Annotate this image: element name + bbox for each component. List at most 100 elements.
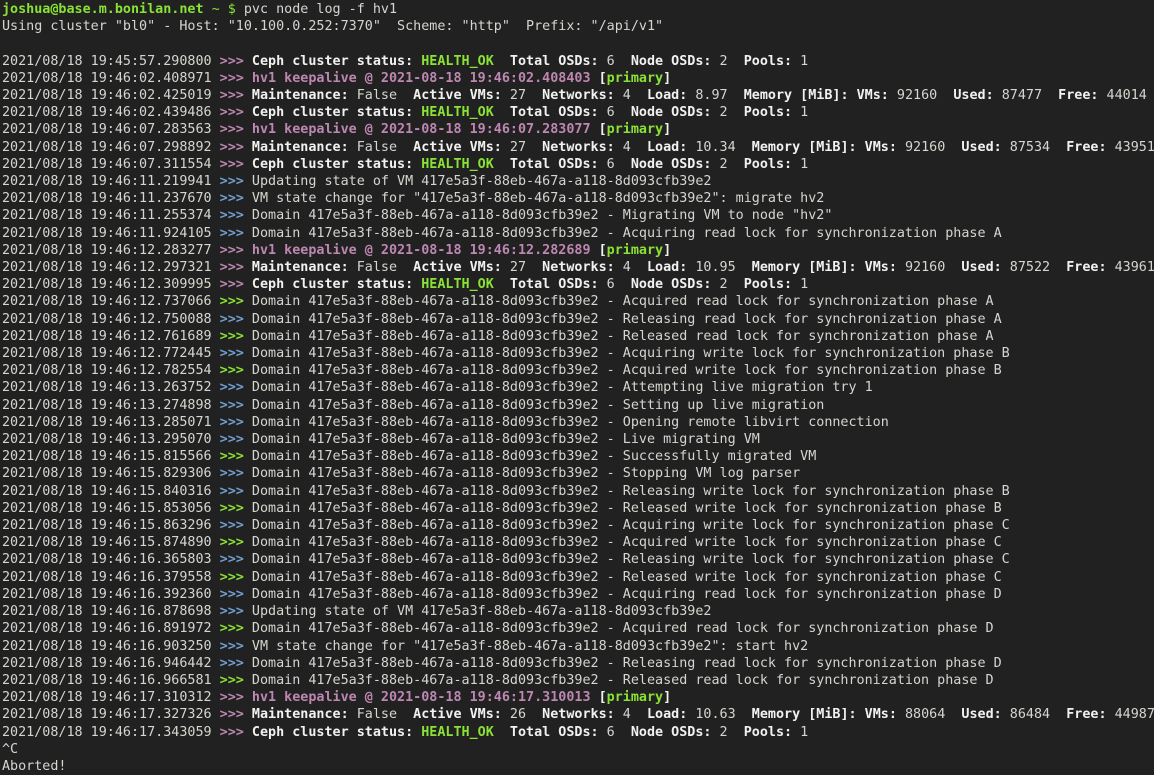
log-marker: >>> [220, 639, 252, 654]
log-timestamp: 2021/08/18 19:46:15.863296 [2, 518, 220, 533]
log-line: 2021/08/18 19:46:13.295070 >>> Domain 41… [2, 431, 1154, 448]
log-line: 2021/08/18 19:46:13.274898 >>> Domain 41… [2, 397, 1154, 414]
log-marker: >>> [220, 260, 252, 275]
log-timestamp: 2021/08/18 19:46:07.298892 [2, 140, 220, 155]
log-line: 2021/08/18 19:46:12.309995 >>> Ceph clus… [2, 276, 1154, 293]
log-timestamp: 2021/08/18 19:46:16.878698 [2, 604, 220, 619]
log-timestamp: 2021/08/18 19:46:12.737066 [2, 294, 220, 309]
log-timestamp: 2021/08/18 19:46:17.310312 [2, 690, 220, 705]
log-timestamp: 2021/08/18 19:46:16.891972 [2, 621, 220, 636]
log-line: 2021/08/18 19:46:11.255374 >>> Domain 41… [2, 207, 1154, 224]
log-line: 2021/08/18 19:46:11.924105 >>> Domain 41… [2, 225, 1154, 242]
log-marker: >>> [220, 174, 252, 189]
log-line: 2021/08/18 19:46:15.840316 >>> Domain 41… [2, 483, 1154, 500]
log-timestamp: 2021/08/18 19:46:11.237670 [2, 191, 220, 206]
log-line: 2021/08/18 19:46:16.379558 >>> Domain 41… [2, 569, 1154, 586]
log-line: 2021/08/18 19:45:57.290800 >>> Ceph clus… [2, 53, 1154, 70]
shell-prompt-line: joshua@base.m.bonilan.net ~ $ pvc node l… [2, 1, 1154, 18]
log-marker: >>> [220, 725, 252, 740]
log-marker: >>> [220, 501, 252, 516]
log-marker: >>> [220, 621, 252, 636]
log-marker: >>> [220, 656, 252, 671]
log-timestamp: 2021/08/18 19:46:16.365803 [2, 552, 220, 567]
log-output: 2021/08/18 19:45:57.290800 >>> Ceph clus… [2, 53, 1154, 741]
log-marker: >>> [220, 329, 252, 344]
log-line: 2021/08/18 19:46:12.750088 >>> Domain 41… [2, 311, 1154, 328]
log-marker: >>> [220, 380, 252, 395]
log-line: 2021/08/18 19:46:16.903250 >>> VM state … [2, 638, 1154, 655]
log-line: 2021/08/18 19:46:12.737066 >>> Domain 41… [2, 293, 1154, 310]
log-line: 2021/08/18 19:46:12.761689 >>> Domain 41… [2, 328, 1154, 345]
log-line: 2021/08/18 19:46:02.425019 >>> Maintenan… [2, 87, 1154, 104]
log-line: 2021/08/18 19:46:07.311554 >>> Ceph clus… [2, 156, 1154, 173]
log-timestamp: 2021/08/18 19:46:11.219941 [2, 174, 220, 189]
log-marker: >>> [220, 484, 252, 499]
prompt-user: joshua@base.m.bonilan.net [2, 2, 204, 17]
log-timestamp: 2021/08/18 19:46:12.309995 [2, 277, 220, 292]
log-line: 2021/08/18 19:46:16.392360 >>> Domain 41… [2, 586, 1154, 603]
log-line: 2021/08/18 19:46:15.815566 >>> Domain 41… [2, 448, 1154, 465]
log-timestamp: 2021/08/18 19:46:02.439486 [2, 105, 220, 120]
log-line: 2021/08/18 19:46:11.237670 >>> VM state … [2, 190, 1154, 207]
log-marker: >>> [220, 673, 252, 688]
blank-line [2, 35, 1154, 52]
log-line: 2021/08/18 19:46:16.946442 >>> Domain 41… [2, 655, 1154, 672]
log-marker: >>> [220, 690, 252, 705]
log-marker: >>> [220, 707, 252, 722]
log-timestamp: 2021/08/18 19:46:15.874890 [2, 535, 220, 550]
log-marker: >>> [220, 243, 252, 258]
log-timestamp: 2021/08/18 19:46:15.853056 [2, 501, 220, 516]
log-line: 2021/08/18 19:46:17.310312 >>> hv1 keepa… [2, 689, 1154, 706]
log-marker: >>> [220, 71, 252, 86]
log-line: 2021/08/18 19:46:16.878698 >>> Updating … [2, 603, 1154, 620]
log-marker: >>> [220, 277, 252, 292]
command-text: pvc node log -f hv1 [244, 2, 397, 17]
cluster-info-line: Using cluster "bl0" - Host: "10.100.0.25… [2, 18, 1154, 35]
log-timestamp: 2021/08/18 19:46:07.283563 [2, 122, 220, 137]
log-line: 2021/08/18 19:46:02.408971 >>> hv1 keepa… [2, 70, 1154, 87]
log-timestamp: 2021/08/18 19:46:12.297321 [2, 260, 220, 275]
log-line: 2021/08/18 19:46:15.874890 >>> Domain 41… [2, 534, 1154, 551]
log-timestamp: 2021/08/18 19:46:15.829306 [2, 466, 220, 481]
log-marker: >>> [220, 208, 252, 223]
log-marker: >>> [220, 105, 252, 120]
log-timestamp: 2021/08/18 19:46:11.924105 [2, 226, 220, 241]
interrupt-line: ^C [2, 741, 1154, 758]
log-line: 2021/08/18 19:46:11.219941 >>> Updating … [2, 173, 1154, 190]
log-marker: >>> [220, 398, 252, 413]
log-timestamp: 2021/08/18 19:46:17.343059 [2, 725, 220, 740]
terminal-window: { "terminal": { "prompt_user": "joshua@b… [0, 0, 1154, 774]
log-timestamp: 2021/08/18 19:46:12.283277 [2, 243, 220, 258]
log-line: 2021/08/18 19:46:07.298892 >>> Maintenan… [2, 139, 1154, 156]
log-marker: >>> [220, 122, 252, 137]
log-timestamp: 2021/08/18 19:46:15.840316 [2, 484, 220, 499]
log-marker: >>> [220, 191, 252, 206]
prompt-symbol: ~ $ [204, 2, 244, 17]
log-line: 2021/08/18 19:46:15.863296 >>> Domain 41… [2, 517, 1154, 534]
log-timestamp: 2021/08/18 19:46:12.782554 [2, 363, 220, 378]
log-marker: >>> [220, 552, 252, 567]
log-line: 2021/08/18 19:46:12.772445 >>> Domain 41… [2, 345, 1154, 362]
log-marker: >>> [220, 140, 252, 155]
log-marker: >>> [220, 157, 252, 172]
log-marker: >>> [220, 535, 252, 550]
log-line: 2021/08/18 19:46:13.263752 >>> Domain 41… [2, 379, 1154, 396]
log-marker: >>> [220, 604, 252, 619]
log-marker: >>> [220, 54, 252, 69]
log-marker: >>> [220, 88, 252, 103]
log-line: 2021/08/18 19:46:13.285071 >>> Domain 41… [2, 414, 1154, 431]
log-timestamp: 2021/08/18 19:46:15.815566 [2, 449, 220, 464]
log-marker: >>> [220, 466, 252, 481]
log-marker: >>> [220, 226, 252, 241]
log-timestamp: 2021/08/18 19:46:07.311554 [2, 157, 220, 172]
log-line: 2021/08/18 19:46:02.439486 >>> Ceph clus… [2, 104, 1154, 121]
log-timestamp: 2021/08/18 19:46:02.425019 [2, 88, 220, 103]
log-timestamp: 2021/08/18 19:46:16.966581 [2, 673, 220, 688]
log-timestamp: 2021/08/18 19:46:16.903250 [2, 639, 220, 654]
log-timestamp: 2021/08/18 19:46:12.750088 [2, 312, 220, 327]
log-timestamp: 2021/08/18 19:46:13.285071 [2, 415, 220, 430]
log-timestamp: 2021/08/18 19:46:11.255374 [2, 208, 220, 223]
log-line: 2021/08/18 19:46:15.853056 >>> Domain 41… [2, 500, 1154, 517]
log-timestamp: 2021/08/18 19:45:57.290800 [2, 54, 220, 69]
terminal-screen[interactable]: joshua@base.m.bonilan.net ~ $ pvc node l… [0, 0, 1154, 775]
